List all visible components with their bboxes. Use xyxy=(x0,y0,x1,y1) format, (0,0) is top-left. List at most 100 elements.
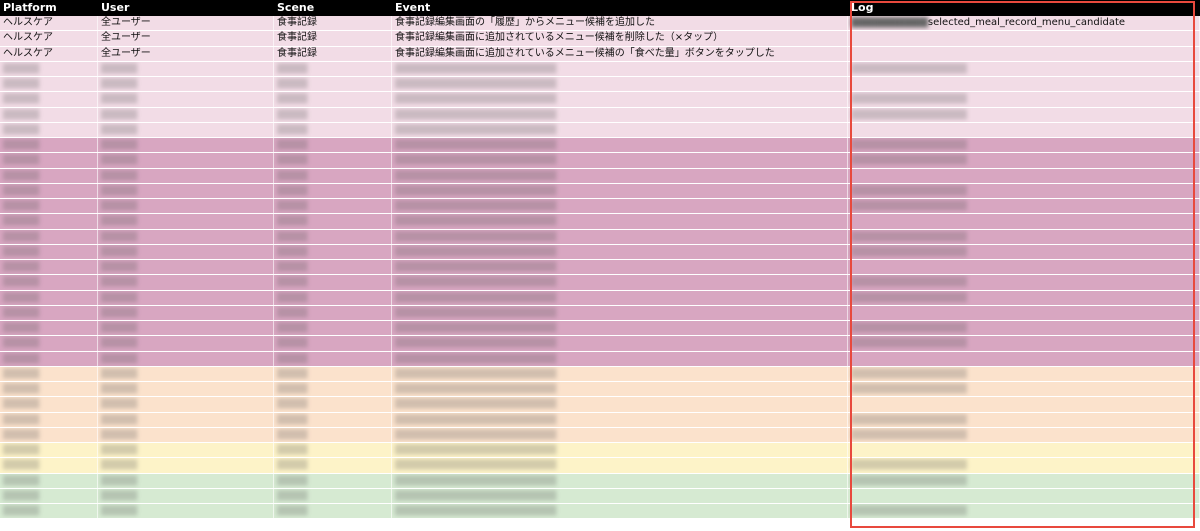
cell-log[interactable]: ▇▇▇▇▇▇▇▇▇▇▇▇▇▇▇▇▇▇▇▇ xyxy=(848,275,1200,290)
cell-scene[interactable]: ▇▇▇▇▇ xyxy=(274,336,392,351)
cell-event[interactable]: ▇▇▇▇▇▇▇▇▇▇▇▇▇▇▇▇▇▇▇▇▇▇▇▇▇▇▇▇ xyxy=(392,504,848,519)
cell-scene[interactable]: ▇▇▇▇▇ xyxy=(274,290,392,305)
cell-platform[interactable]: ▇▇▇▇▇▇ xyxy=(0,321,98,336)
cell-log[interactable] xyxy=(848,443,1200,458)
cell-platform[interactable]: ヘルスケア xyxy=(0,16,98,31)
cell-event[interactable]: 食事記録編集画面に追加されているメニュー候補の「食べた量」ボタンをタップした xyxy=(392,46,848,61)
cell-user[interactable]: ▇▇▇▇▇▇ xyxy=(98,382,274,397)
table-row[interactable]: ▇▇▇▇▇▇ ▇▇▇▇▇▇ ▇▇▇▇▇ ▇▇▇▇▇▇▇▇▇▇▇▇▇▇▇▇▇▇▇▇▇▇▇… xyxy=(0,138,1200,154)
cell-platform[interactable]: ▇▇▇▇▇▇ xyxy=(0,427,98,442)
cell-scene[interactable]: ▇▇▇▇▇ xyxy=(274,366,392,381)
table-row[interactable]: ▇▇▇▇▇▇ ▇▇▇▇▇▇ ▇▇▇▇▇ ▇▇▇▇▇▇▇▇▇▇▇▇▇▇▇▇▇▇▇▇▇▇▇… xyxy=(0,229,1200,245)
cell-event[interactable]: ▇▇▇▇▇▇▇▇▇▇▇▇▇▇▇▇▇▇▇▇▇▇▇▇▇▇▇▇ xyxy=(392,397,848,412)
cell-log[interactable] xyxy=(848,260,1200,275)
cell-user[interactable]: ▇▇▇▇▇▇ xyxy=(98,473,274,488)
cell-scene[interactable]: ▇▇▇▇▇ xyxy=(274,107,392,122)
cell-scene[interactable]: ▇▇▇▇▇ xyxy=(274,305,392,320)
cell-platform[interactable]: ▇▇▇▇▇▇ xyxy=(0,275,98,290)
cell-user[interactable]: 全ユーザー xyxy=(98,46,274,61)
cell-scene[interactable]: ▇▇▇▇▇ xyxy=(274,275,392,290)
cell-platform[interactable]: ▇▇▇▇▇▇ xyxy=(0,443,98,458)
table-row[interactable]: ▇▇▇▇▇▇ ▇▇▇▇▇▇ ▇▇▇▇▇ ▇▇▇▇▇▇▇▇▇▇▇▇▇▇▇▇▇▇▇▇▇▇▇… xyxy=(0,122,1200,138)
cell-event[interactable]: ▇▇▇▇▇▇▇▇▇▇▇▇▇▇▇▇▇▇▇▇▇▇▇▇▇▇▇▇ xyxy=(392,92,848,107)
cell-user[interactable]: ▇▇▇▇▇▇ xyxy=(98,61,274,76)
cell-log[interactable]: ▇▇▇▇▇▇▇▇▇▇▇▇▇▇▇▇▇▇▇▇ xyxy=(848,244,1200,259)
cell-event[interactable]: ▇▇▇▇▇▇▇▇▇▇▇▇▇▇▇▇▇▇▇▇▇▇▇▇▇▇▇▇ xyxy=(392,77,848,92)
cell-user[interactable]: ▇▇▇▇▇▇ xyxy=(98,92,274,107)
cell-scene[interactable]: ▇▇▇▇▇ xyxy=(274,260,392,275)
cell-event[interactable]: ▇▇▇▇▇▇▇▇▇▇▇▇▇▇▇▇▇▇▇▇▇▇▇▇▇▇▇▇ xyxy=(392,138,848,153)
table-row[interactable]: ▇▇▇▇▇▇ ▇▇▇▇▇▇ ▇▇▇▇▇ ▇▇▇▇▇▇▇▇▇▇▇▇▇▇▇▇▇▇▇▇▇▇▇… xyxy=(0,427,1200,443)
cell-scene[interactable]: 食事記録 xyxy=(274,46,392,61)
cell-log[interactable]: ▇▇▇▇▇▇▇▇▇▇▇▇▇▇▇▇▇▇▇▇ xyxy=(848,336,1200,351)
cell-log[interactable]: ▇▇▇▇▇▇▇▇▇▇▇▇▇▇▇▇▇▇▇▇ xyxy=(848,412,1200,427)
cell-platform[interactable]: ▇▇▇▇▇▇ xyxy=(0,504,98,519)
table-row[interactable]: ▇▇▇▇▇▇ ▇▇▇▇▇▇ ▇▇▇▇▇ ▇▇▇▇▇▇▇▇▇▇▇▇▇▇▇▇▇▇▇▇▇▇▇… xyxy=(0,321,1200,337)
cell-user[interactable]: ▇▇▇▇▇▇ xyxy=(98,351,274,366)
cell-event[interactable]: ▇▇▇▇▇▇▇▇▇▇▇▇▇▇▇▇▇▇▇▇▇▇▇▇▇▇▇▇ xyxy=(392,458,848,473)
cell-platform[interactable]: ヘルスケア xyxy=(0,31,98,46)
cell-event[interactable]: ▇▇▇▇▇▇▇▇▇▇▇▇▇▇▇▇▇▇▇▇▇▇▇▇▇▇▇▇ xyxy=(392,107,848,122)
table-row[interactable]: ▇▇▇▇▇▇ ▇▇▇▇▇▇ ▇▇▇▇▇ ▇▇▇▇▇▇▇▇▇▇▇▇▇▇▇▇▇▇▇▇▇▇▇… xyxy=(0,199,1200,215)
cell-scene[interactable]: ▇▇▇▇▇ xyxy=(274,427,392,442)
cell-user[interactable]: ▇▇▇▇▇▇ xyxy=(98,427,274,442)
table-row[interactable]: ▇▇▇▇▇▇ ▇▇▇▇▇▇ ▇▇▇▇▇ ▇▇▇▇▇▇▇▇▇▇▇▇▇▇▇▇▇▇▇▇▇▇▇… xyxy=(0,244,1200,260)
col-event-header[interactable]: Event xyxy=(392,0,848,16)
cell-log[interactable] xyxy=(848,122,1200,137)
cell-platform[interactable]: ▇▇▇▇▇▇ xyxy=(0,183,98,198)
cell-user[interactable]: ▇▇▇▇▇▇ xyxy=(98,412,274,427)
cell-user[interactable]: ▇▇▇▇▇▇ xyxy=(98,366,274,381)
cell-log[interactable] xyxy=(848,397,1200,412)
cell-scene[interactable]: ▇▇▇▇▇ xyxy=(274,199,392,214)
cell-platform[interactable]: ▇▇▇▇▇▇ xyxy=(0,336,98,351)
cell-platform[interactable]: ▇▇▇▇▇▇ xyxy=(0,473,98,488)
cell-platform[interactable]: ▇▇▇▇▇▇ xyxy=(0,199,98,214)
cell-event[interactable]: ▇▇▇▇▇▇▇▇▇▇▇▇▇▇▇▇▇▇▇▇▇▇▇▇▇▇▇▇ xyxy=(392,351,848,366)
cell-event[interactable]: ▇▇▇▇▇▇▇▇▇▇▇▇▇▇▇▇▇▇▇▇▇▇▇▇▇▇▇▇ xyxy=(392,275,848,290)
cell-platform[interactable]: ▇▇▇▇▇▇ xyxy=(0,397,98,412)
cell-user[interactable]: ▇▇▇▇▇▇ xyxy=(98,122,274,137)
cell-user[interactable]: ▇▇▇▇▇▇ xyxy=(98,397,274,412)
cell-log[interactable] xyxy=(848,77,1200,92)
cell-event[interactable]: ▇▇▇▇▇▇▇▇▇▇▇▇▇▇▇▇▇▇▇▇▇▇▇▇▇▇▇▇ xyxy=(392,412,848,427)
cell-log[interactable]: ▇▇▇▇▇▇▇▇▇▇▇▇▇▇▇▇▇▇▇▇ xyxy=(848,366,1200,381)
cell-event[interactable]: 食事記録編集画面の「履歴」からメニュー候補を追加した xyxy=(392,16,848,31)
table-row[interactable]: ▇▇▇▇▇▇ ▇▇▇▇▇▇ ▇▇▇▇▇ ▇▇▇▇▇▇▇▇▇▇▇▇▇▇▇▇▇▇▇▇▇▇▇… xyxy=(0,504,1200,520)
cell-event[interactable]: ▇▇▇▇▇▇▇▇▇▇▇▇▇▇▇▇▇▇▇▇▇▇▇▇▇▇▇▇ xyxy=(392,244,848,259)
cell-scene[interactable]: ▇▇▇▇▇ xyxy=(274,382,392,397)
cell-scene[interactable]: ▇▇▇▇▇ xyxy=(274,229,392,244)
cell-scene[interactable]: ▇▇▇▇▇ xyxy=(274,351,392,366)
cell-event[interactable]: ▇▇▇▇▇▇▇▇▇▇▇▇▇▇▇▇▇▇▇▇▇▇▇▇▇▇▇▇ xyxy=(392,229,848,244)
col-log-header[interactable]: Log xyxy=(848,0,1200,16)
cell-user[interactable]: ▇▇▇▇▇▇ xyxy=(98,168,274,183)
cell-platform[interactable]: ▇▇▇▇▇▇ xyxy=(0,290,98,305)
table-row[interactable]: ▇▇▇▇▇▇ ▇▇▇▇▇▇ ▇▇▇▇▇ ▇▇▇▇▇▇▇▇▇▇▇▇▇▇▇▇▇▇▇▇▇▇▇… xyxy=(0,305,1200,321)
table-row[interactable]: ▇▇▇▇▇▇ ▇▇▇▇▇▇ ▇▇▇▇▇ ▇▇▇▇▇▇▇▇▇▇▇▇▇▇▇▇▇▇▇▇▇▇▇… xyxy=(0,382,1200,398)
cell-user[interactable]: ▇▇▇▇▇▇ xyxy=(98,153,274,168)
cell-platform[interactable]: ▇▇▇▇▇▇ xyxy=(0,92,98,107)
table-row[interactable]: ▇▇▇▇▇▇ ▇▇▇▇▇▇ ▇▇▇▇▇ ▇▇▇▇▇▇▇▇▇▇▇▇▇▇▇▇▇▇▇▇▇▇▇… xyxy=(0,61,1200,77)
table-row[interactable]: ▇▇▇▇▇▇ ▇▇▇▇▇▇ ▇▇▇▇▇ ▇▇▇▇▇▇▇▇▇▇▇▇▇▇▇▇▇▇▇▇▇▇▇… xyxy=(0,290,1200,306)
cell-log[interactable]: ▇▇▇▇▇▇▇▇▇▇▇▇▇▇▇▇▇▇▇▇ xyxy=(848,183,1200,198)
cell-log[interactable]: ▇▇▇▇▇▇▇▇▇▇▇▇▇▇▇▇▇▇▇▇ xyxy=(848,138,1200,153)
cell-log[interactable]: ▇▇▇▇▇▇▇▇▇▇▇▇▇▇▇▇▇▇▇▇ xyxy=(848,290,1200,305)
cell-platform[interactable]: ▇▇▇▇▇▇ xyxy=(0,229,98,244)
cell-scene[interactable]: ▇▇▇▇▇ xyxy=(274,183,392,198)
cell-platform[interactable]: ▇▇▇▇▇▇ xyxy=(0,412,98,427)
cell-log[interactable] xyxy=(848,168,1200,183)
cell-scene[interactable]: ▇▇▇▇▇ xyxy=(274,473,392,488)
cell-user[interactable]: ▇▇▇▇▇▇ xyxy=(98,199,274,214)
cell-scene[interactable]: ▇▇▇▇▇ xyxy=(274,153,392,168)
cell-event[interactable]: ▇▇▇▇▇▇▇▇▇▇▇▇▇▇▇▇▇▇▇▇▇▇▇▇▇▇▇▇ xyxy=(392,290,848,305)
cell-user[interactable]: ▇▇▇▇▇▇ xyxy=(98,443,274,458)
table-row[interactable]: ▇▇▇▇▇▇ ▇▇▇▇▇▇ ▇▇▇▇▇ ▇▇▇▇▇▇▇▇▇▇▇▇▇▇▇▇▇▇▇▇▇▇▇… xyxy=(0,412,1200,428)
table-row[interactable]: ▇▇▇▇▇▇ ▇▇▇▇▇▇ ▇▇▇▇▇ ▇▇▇▇▇▇▇▇▇▇▇▇▇▇▇▇▇▇▇▇▇▇▇… xyxy=(0,92,1200,108)
cell-platform[interactable]: ▇▇▇▇▇▇ xyxy=(0,366,98,381)
cell-user[interactable]: ▇▇▇▇▇▇ xyxy=(98,458,274,473)
cell-log[interactable] xyxy=(848,31,1200,46)
cell-scene[interactable]: ▇▇▇▇▇ xyxy=(274,397,392,412)
table-row[interactable]: ▇▇▇▇▇▇ ▇▇▇▇▇▇ ▇▇▇▇▇ ▇▇▇▇▇▇▇▇▇▇▇▇▇▇▇▇▇▇▇▇▇▇▇… xyxy=(0,443,1200,459)
table-row[interactable]: ヘルスケア 全ユーザー 食事記録 食事記録編集画面の「履歴」からメニュー候補を追加した… xyxy=(0,16,1200,32)
cell-user[interactable]: ▇▇▇▇▇▇ xyxy=(98,305,274,320)
table-row[interactable]: ▇▇▇▇▇▇ ▇▇▇▇▇▇ ▇▇▇▇▇ ▇▇▇▇▇▇▇▇▇▇▇▇▇▇▇▇▇▇▇▇▇▇▇… xyxy=(0,351,1200,367)
